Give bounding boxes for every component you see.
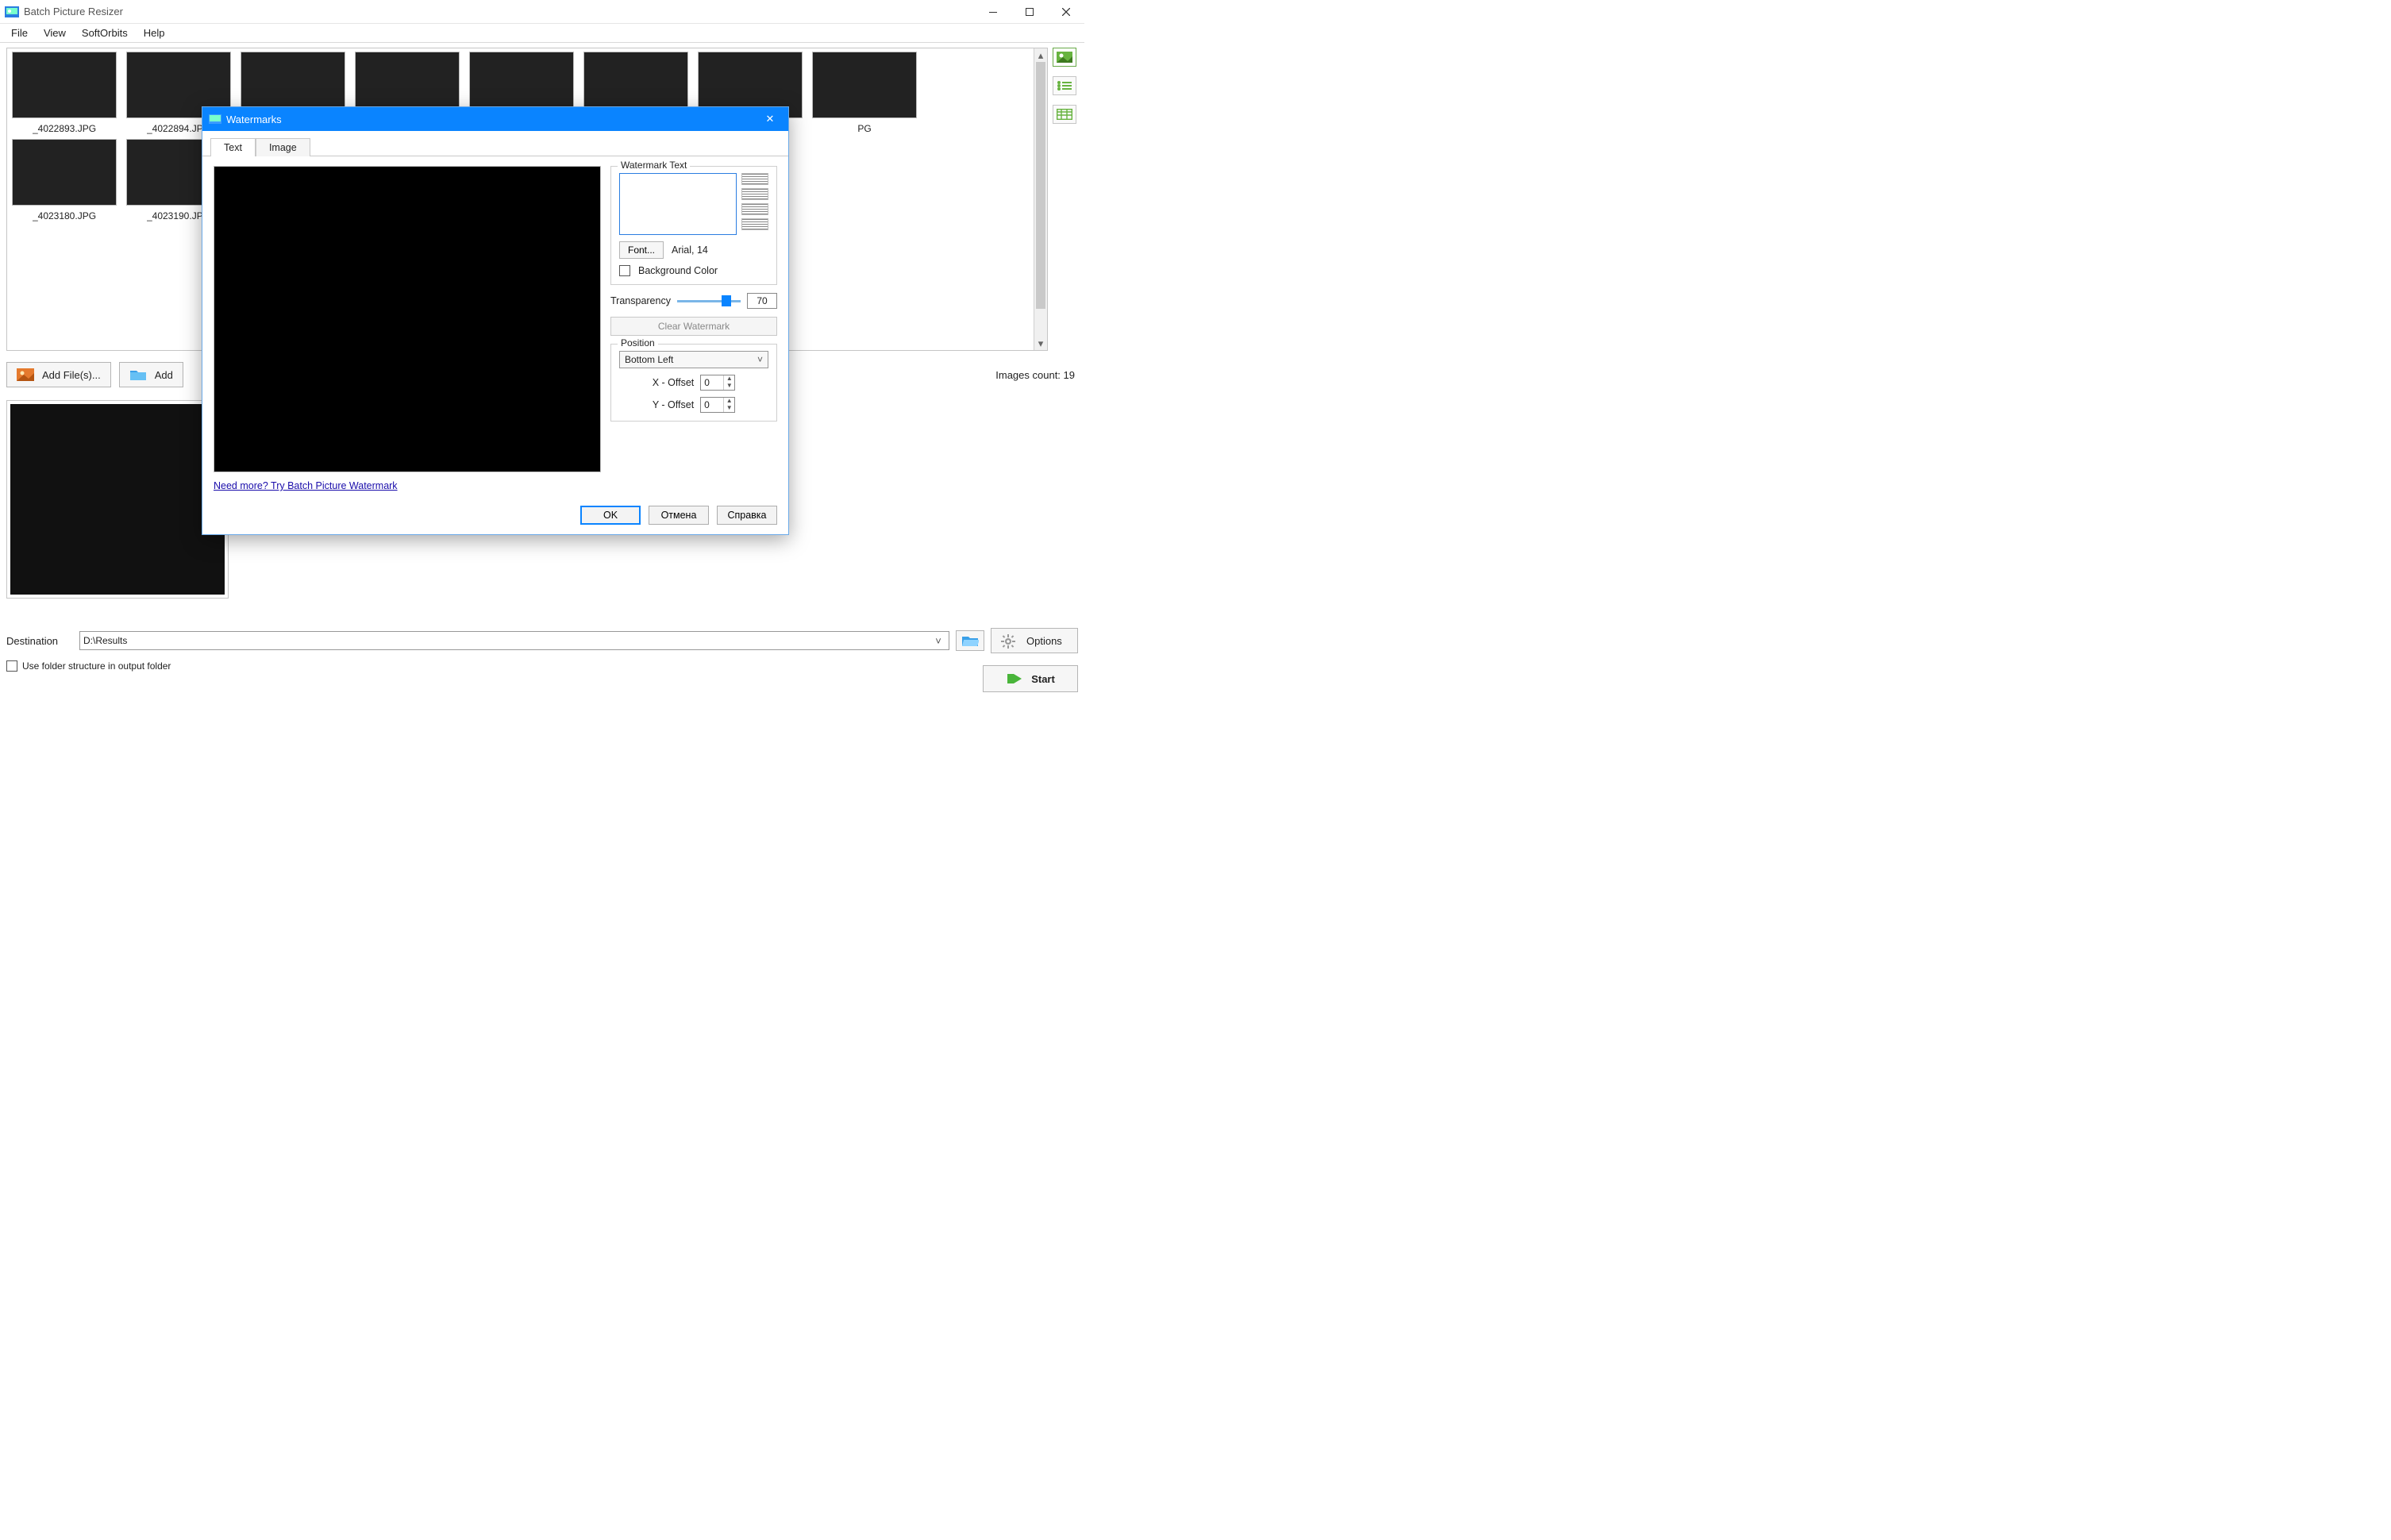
watermark-text-group: Watermark Text Font... Arial, 14 [610, 166, 777, 285]
view-mode-strip [1053, 48, 1080, 124]
dialog-app-icon [209, 114, 221, 124]
thumbnail-label: _4022893.JPG [33, 123, 96, 134]
tab-text[interactable]: Text [210, 138, 256, 156]
titlebar: Batch Picture Resizer [0, 0, 1084, 24]
chevron-down-icon: ˅ [931, 635, 945, 647]
add-files-button[interactable]: Add File(s)... [6, 362, 111, 387]
add-files-label: Add File(s)... [42, 369, 101, 381]
transparency-row: Transparency 70 [610, 293, 777, 309]
font-description: Arial, 14 [672, 244, 708, 256]
menu-view[interactable]: View [36, 25, 74, 40]
align-right-button[interactable] [741, 203, 768, 215]
preview-image [10, 404, 225, 595]
folder-structure-row: Use folder structure in output folder [6, 657, 171, 675]
thumbnail-label: _4023180.JPG [33, 210, 96, 221]
dialog-titlebar[interactable]: Watermarks ✕ [202, 107, 788, 131]
minimize-button[interactable] [975, 0, 1011, 24]
thumbnail[interactable]: _4023180.JPG [10, 139, 118, 221]
y-offset-label: Y - Offset [653, 399, 694, 410]
slider-knob[interactable] [722, 295, 731, 306]
dialog-title: Watermarks [226, 114, 282, 125]
folder-structure-label: Use folder structure in output folder [22, 660, 171, 672]
folder-structure-checkbox[interactable] [6, 660, 17, 672]
destination-label: Destination [6, 635, 73, 647]
image-icon [17, 368, 34, 381]
cancel-button[interactable]: Отмена [649, 506, 709, 525]
add-folder-label: Add [155, 369, 173, 381]
gear-icon [1001, 634, 1018, 647]
ok-button[interactable]: OK [580, 506, 641, 525]
options-button[interactable]: Options [991, 628, 1078, 653]
menu-file[interactable]: File [3, 25, 36, 40]
watermark-text-input[interactable] [619, 173, 737, 235]
scroll-down-arrow[interactable]: ▾ [1034, 337, 1047, 350]
preview-panel [6, 400, 229, 599]
destination-path: D:\Results [83, 635, 931, 646]
y-down-arrow[interactable]: ▼ [723, 405, 734, 412]
position-combo[interactable]: Bottom Left ˅ [619, 351, 768, 368]
position-value: Bottom Left [625, 354, 673, 365]
view-thumbnails-button[interactable] [1053, 48, 1076, 67]
view-list-button[interactable] [1053, 76, 1076, 95]
y-offset-value: 0 [701, 398, 723, 412]
x-offset-label: X - Offset [653, 377, 695, 388]
start-label: Start [1031, 673, 1055, 685]
options-label: Options [1026, 635, 1062, 647]
x-down-arrow[interactable]: ▼ [723, 383, 734, 390]
thumbnail-image [12, 52, 117, 118]
position-group: Position Bottom Left ˅ X - Offset 0 ▲▼ Y… [610, 344, 777, 422]
position-label: Position [618, 337, 658, 348]
font-button[interactable]: Font... [619, 241, 664, 259]
thumbnail-label: PG [857, 123, 871, 134]
x-offset-spinner[interactable]: 0 ▲▼ [700, 375, 735, 391]
destination-row: Destination D:\Results ˅ Options [6, 629, 1078, 653]
transparency-value[interactable]: 70 [747, 293, 777, 309]
thumbnail-image [12, 139, 117, 206]
dialog-preview-pane: Need more? Try Batch Picture Watermark [214, 166, 601, 491]
watermark-text-label: Watermark Text [618, 160, 690, 171]
align-justify-button[interactable] [741, 218, 768, 230]
maximize-button[interactable] [1011, 0, 1048, 24]
scroll-up-arrow[interactable]: ▴ [1034, 48, 1047, 62]
menubar: File View SoftOrbits Help [0, 24, 1084, 43]
tab-image[interactable]: Image [256, 138, 310, 156]
images-count: Images count: 19 [995, 369, 1078, 381]
thumbnail[interactable]: PG [810, 52, 918, 134]
dialog-tabs: Text Image [202, 131, 788, 156]
dialog-button-row: OK Отмена Справка [202, 498, 788, 534]
browse-folder-button[interactable] [956, 630, 984, 651]
close-button[interactable] [1048, 0, 1084, 24]
menu-softorbits[interactable]: SoftOrbits [74, 25, 136, 40]
gallery-scrollbar[interactable]: ▴ ▾ [1034, 48, 1047, 350]
align-left-button[interactable] [741, 173, 768, 185]
scroll-thumb[interactable] [1036, 62, 1045, 309]
align-center-button[interactable] [741, 188, 768, 200]
transparency-label: Transparency [610, 295, 671, 306]
bgcolor-checkbox[interactable] [619, 265, 630, 276]
start-button[interactable]: Start [983, 665, 1078, 692]
bgcolor-label: Background Color [638, 265, 718, 276]
x-offset-value: 0 [701, 375, 723, 390]
app-icon [5, 6, 19, 17]
add-folder-button[interactable]: Add [119, 362, 183, 387]
window-title: Batch Picture Resizer [24, 6, 123, 17]
upsell-link[interactable]: Need more? Try Batch Picture Watermark [214, 480, 601, 491]
watermarks-dialog: Watermarks ✕ Text Image Need more? Try B… [202, 106, 789, 535]
chevron-down-icon: ˅ [757, 354, 763, 365]
folder-icon [129, 368, 147, 381]
text-align-buttons [741, 173, 768, 235]
play-icon [1006, 672, 1023, 685]
dialog-close-button[interactable]: ✕ [758, 113, 782, 125]
destination-combo[interactable]: D:\Results ˅ [79, 631, 949, 650]
view-details-button[interactable] [1053, 105, 1076, 124]
menu-help[interactable]: Help [136, 25, 173, 40]
y-offset-spinner[interactable]: 0 ▲▼ [700, 397, 735, 413]
help-button[interactable]: Справка [717, 506, 777, 525]
clear-watermark-button[interactable]: Clear Watermark [610, 317, 777, 336]
thumbnail-image [812, 52, 917, 118]
dialog-preview-image [214, 166, 601, 472]
transparency-slider[interactable] [677, 294, 741, 308]
thumbnail[interactable]: _4022893.JPG [10, 52, 118, 134]
